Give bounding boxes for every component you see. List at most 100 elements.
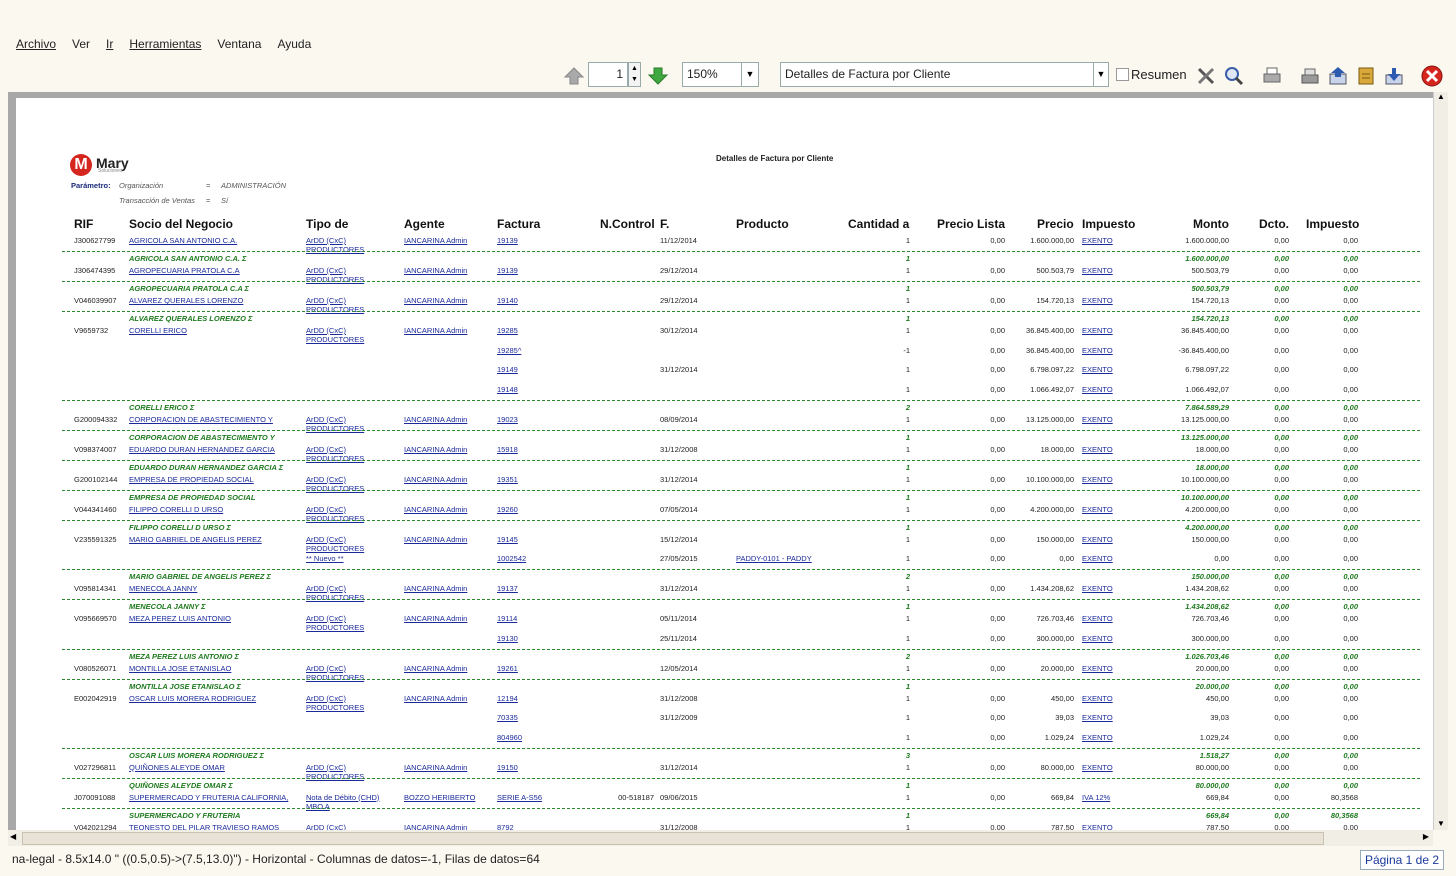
row-invoice-link[interactable]: 19137 xyxy=(497,584,518,593)
row-doc-type-link[interactable]: ArDD (CxC) xyxy=(306,763,346,772)
row-doc-type-sub-link[interactable]: PRODUCTORES xyxy=(306,275,364,284)
row-invoice-link[interactable]: 1002542 xyxy=(497,554,526,563)
menu-archivo[interactable]: Archivo xyxy=(8,34,64,56)
column-header[interactable]: Factura xyxy=(497,217,540,231)
column-header[interactable]: Socio del Negocio xyxy=(129,217,233,231)
row-business-partner-link[interactable]: SUPERMERCADO Y FRUTERIA CALIFORNIA, xyxy=(129,793,288,802)
row-tax-link[interactable]: EXENTO xyxy=(1082,694,1113,703)
row-doc-type-sub-link[interactable]: PRODUCTORES xyxy=(306,593,364,602)
scroll-thumb[interactable] xyxy=(22,832,1324,845)
scroll-left-icon[interactable]: ◀ xyxy=(10,832,16,841)
row-invoice-link[interactable]: 19150 xyxy=(497,763,518,772)
row-business-partner-link[interactable]: AGRICOLA SAN ANTONIO C.A. xyxy=(129,236,237,245)
menu-ventana[interactable]: Ventana xyxy=(209,34,269,56)
row-business-partner-link[interactable]: TEONESTO DEL PILAR TRAVIESO RAMOS xyxy=(129,823,279,831)
row-doc-type-sub-link[interactable]: PRODUCTORES xyxy=(306,772,364,781)
scroll-up-icon[interactable]: ▲ xyxy=(1434,92,1448,101)
row-tax-link[interactable]: EXENTO xyxy=(1082,614,1113,623)
row-tax-link[interactable]: EXENTO xyxy=(1082,236,1113,245)
row-business-partner-link[interactable]: ALVAREZ QUERALES LORENZO xyxy=(129,296,243,305)
row-tax-link[interactable]: EXENTO xyxy=(1082,385,1113,394)
report-dropdown-icon[interactable]: ▼ xyxy=(1094,62,1109,87)
row-invoice-link[interactable]: 19149 xyxy=(497,365,518,374)
row-doc-type-sub-link[interactable]: PRODUCTORES xyxy=(306,484,364,493)
row-doc-type-sub-link[interactable]: PRODUCTORES xyxy=(306,623,364,632)
report-select[interactable]: Detalles de Factura por Cliente xyxy=(780,62,1094,87)
row-agent-link[interactable]: IANCARINA Admin xyxy=(404,475,467,484)
row-doc-type-sub-link[interactable]: PRODUCTORES xyxy=(306,245,364,254)
row-invoice-link[interactable]: 15918 xyxy=(497,445,518,454)
column-header[interactable]: Monto xyxy=(1193,217,1229,231)
summary-checkbox[interactable] xyxy=(1116,68,1129,81)
next-page-button[interactable] xyxy=(644,62,672,90)
menu-ir[interactable]: Ir xyxy=(98,34,121,56)
row-agent-link[interactable]: BOZZO HERIBERTO xyxy=(404,793,475,802)
row-invoice-link[interactable]: 19261 xyxy=(497,664,518,673)
row-doc-type-link[interactable]: ArDD (CxC) xyxy=(306,445,346,454)
row-agent-link[interactable]: IANCARINA Admin xyxy=(404,236,467,245)
row-doc-type-link[interactable]: ArDD (CxC) xyxy=(306,535,346,544)
row-agent-link[interactable]: IANCARINA Admin xyxy=(404,266,467,275)
column-header[interactable]: Agente xyxy=(404,217,445,231)
menu-herramientas[interactable]: Herramientas xyxy=(121,34,209,56)
row-invoice-link[interactable]: 19130 xyxy=(497,634,518,643)
find-button[interactable] xyxy=(1220,62,1248,90)
vertical-scrollbar[interactable]: ▲ ▼ xyxy=(1433,92,1448,830)
row-tax-link[interactable]: EXENTO xyxy=(1082,554,1113,563)
row-doc-type-sub-link[interactable]: PRODUCTORES xyxy=(306,454,364,463)
row-tax-link[interactable]: EXENTO xyxy=(1082,584,1113,593)
row-tax-link[interactable]: EXENTO xyxy=(1082,475,1113,484)
row-agent-link[interactable]: IANCARINA Admin xyxy=(404,535,467,544)
row-doc-type-link[interactable]: ArDD (CxC) xyxy=(306,266,346,275)
row-invoice-link[interactable]: 8792 xyxy=(497,823,514,831)
row-doc-type-sub-link[interactable]: PRODUCTORES xyxy=(306,424,364,433)
row-tax-link[interactable]: EXENTO xyxy=(1082,346,1113,355)
spinner-down-icon[interactable]: ▼ xyxy=(629,74,640,85)
row-tax-link[interactable]: EXENTO xyxy=(1082,763,1113,772)
row-doc-type-sub-link[interactable]: PRODUCTORES xyxy=(306,305,364,314)
row-agent-link[interactable]: IANCARINA Admin xyxy=(404,694,467,703)
row-invoice-link[interactable]: 19139 xyxy=(497,266,518,275)
row-business-partner-link[interactable]: EDUARDO DURAN HERNANDEZ GARCIA xyxy=(129,445,275,454)
row-doc-type-link[interactable]: ArDD (CxC) xyxy=(306,584,346,593)
row-agent-link[interactable]: IANCARINA Admin xyxy=(404,763,467,772)
row-doc-type-link[interactable]: ArDD (CxC) xyxy=(306,664,346,673)
row-business-partner-link[interactable]: MARIO GABRIEL DE ANGELIS PEREZ xyxy=(129,535,262,544)
row-tax-link[interactable]: EXENTO xyxy=(1082,823,1113,831)
column-header[interactable]: Precio Lista xyxy=(937,217,1005,231)
export-button[interactable] xyxy=(1296,62,1324,90)
column-header[interactable]: Producto xyxy=(736,217,789,231)
print-button[interactable] xyxy=(1258,62,1286,90)
zoom-select[interactable]: 150% xyxy=(682,62,742,87)
row-doc-type-sub-link[interactable]: PRODUCTORES xyxy=(306,544,364,553)
row-business-partner-link[interactable]: AGROPECUARIA PRATOLA C.A xyxy=(129,266,240,275)
row-doc-type-link[interactable]: ** Nuevo ** xyxy=(306,554,344,563)
row-agent-link[interactable]: IANCARINA Admin xyxy=(404,326,467,335)
column-header[interactable]: RIF xyxy=(74,217,93,231)
row-invoice-link[interactable]: 19285^ xyxy=(497,346,521,355)
spinner-up-icon[interactable]: ▲ xyxy=(629,63,640,74)
download-button[interactable] xyxy=(1380,62,1408,90)
row-tax-link[interactable]: EXENTO xyxy=(1082,365,1113,374)
row-tax-link[interactable]: EXENTO xyxy=(1082,664,1113,673)
page-spinner[interactable]: ▲ ▼ xyxy=(628,62,641,87)
row-agent-link[interactable]: IANCARINA Admin xyxy=(404,614,467,623)
row-doc-type-link[interactable]: ArDD (CxC) xyxy=(306,236,346,245)
row-agent-link[interactable]: IANCARINA Admin xyxy=(404,505,467,514)
row-tax-link[interactable]: EXENTO xyxy=(1082,296,1113,305)
row-business-partner-link[interactable]: EMPRESA DE PROPIEDAD SOCIAL xyxy=(129,475,254,484)
row-tax-link[interactable]: EXENTO xyxy=(1082,634,1113,643)
row-doc-type-sub-link[interactable]: MBO A xyxy=(306,802,330,811)
page-number-input[interactable]: 1 xyxy=(588,62,628,87)
row-invoice-link[interactable]: 19145 xyxy=(497,535,518,544)
row-tax-link[interactable]: EXENTO xyxy=(1082,445,1113,454)
menu-ayuda[interactable]: Ayuda xyxy=(269,34,319,56)
row-business-partner-link[interactable]: CORELLI ERICO xyxy=(129,326,187,335)
row-doc-type-sub-link[interactable]: PRODUCTORES xyxy=(306,514,364,523)
row-business-partner-link[interactable]: CORPORACION DE ABASTECIMIENTO Y xyxy=(129,415,273,424)
column-header[interactable]: F. xyxy=(660,217,669,231)
row-business-partner-link[interactable]: MEZA PEREZ LUIS ANTONIO xyxy=(129,614,231,623)
column-header[interactable]: Dcto. xyxy=(1259,217,1289,231)
row-doc-type-link[interactable]: ArDD (CxC) xyxy=(306,475,346,484)
row-invoice-link[interactable]: 19351 xyxy=(497,475,518,484)
